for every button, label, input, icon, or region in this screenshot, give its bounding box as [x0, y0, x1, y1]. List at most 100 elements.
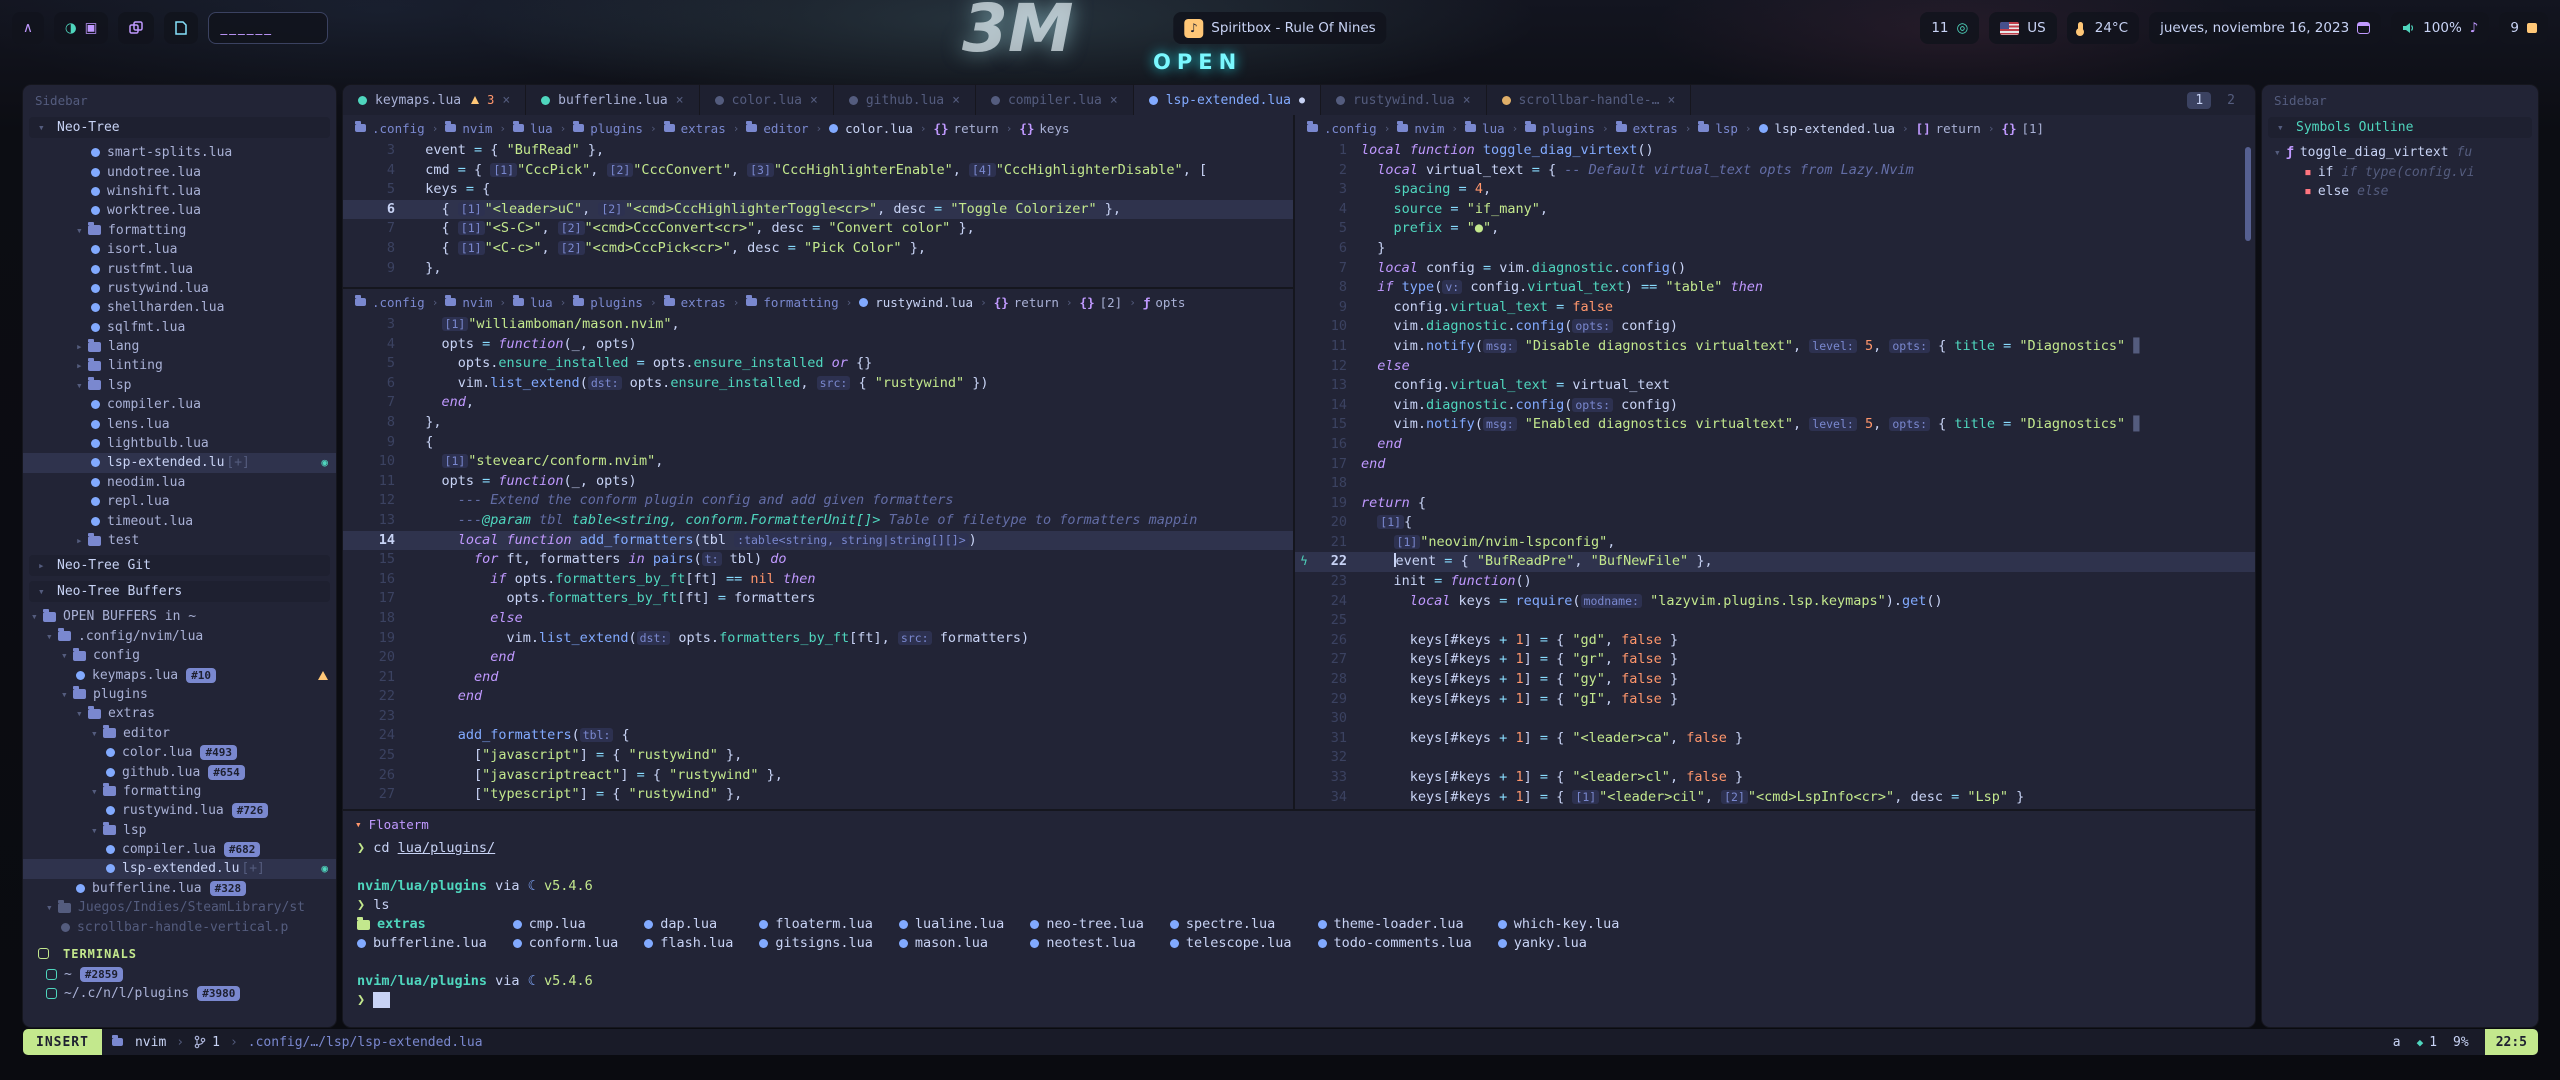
tree-item[interactable]: isort.lua: [23, 240, 336, 259]
code-line[interactable]: 19return {: [1295, 494, 2255, 514]
breadcrumb-item[interactable]: nvim: [1397, 121, 1444, 136]
tree-item[interactable]: ▾config: [23, 646, 336, 665]
tree-item[interactable]: ~/.c/n/l/plugins#3980: [23, 984, 336, 1003]
code-p2[interactable]: 3 [1]"williamboman/mason.nvim", 4 opts =…: [343, 315, 1293, 805]
code-line[interactable]: 23 init = function(): [1295, 572, 2255, 592]
code-line[interactable]: 26 ["javascriptreact"] = { "rustywind" }…: [343, 766, 1293, 786]
code-line[interactable]: 4 source = "if_many",: [1295, 200, 2255, 220]
tab-compiler-lua[interactable]: compiler.lua×: [976, 85, 1134, 115]
code-line[interactable]: 8 },: [343, 413, 1293, 433]
tree-item[interactable]: ▾lsp: [23, 376, 336, 395]
breadcrumb-item[interactable]: formatting: [746, 295, 838, 310]
tab-color-lua[interactable]: color.lua×: [700, 85, 834, 115]
code-line[interactable]: 4 opts = function(_, opts): [343, 335, 1293, 355]
code-line[interactable]: 33 keys[#keys + 1] = { "<leader>cl", fal…: [1295, 768, 2255, 788]
code-line[interactable]: 7 end,: [343, 393, 1293, 413]
code-line[interactable]: 11 opts = function(_, opts): [343, 472, 1293, 492]
tree-item[interactable]: smart-splits.lua: [23, 143, 336, 162]
tree-item[interactable]: rustfmt.lua: [23, 259, 336, 278]
tree-item[interactable]: ▾extras: [23, 704, 336, 723]
code-line[interactable]: 13 config.virtual_text = virtual_text: [1295, 376, 2255, 396]
breadcrumb-item[interactable]: rustywind.lua: [859, 295, 973, 310]
code-line[interactable]: 13 ---@param tbl table<string, conform.F…: [343, 511, 1293, 531]
code-line[interactable]: 6 { [1]"<leader>uC", [2]"<cmd>CccHighlig…: [343, 200, 1293, 220]
code-line[interactable]: 5 prefix = "●",: [1295, 219, 2255, 239]
layout-toggle[interactable]: ◑ ▣: [54, 12, 109, 44]
code-line[interactable]: 12 else: [1295, 357, 2255, 377]
toggle-right-icon[interactable]: ▣: [85, 20, 98, 36]
code-line[interactable]: 9 {: [343, 433, 1293, 453]
code-line[interactable]: 10 vim.diagnostic.config(opts: config): [1295, 317, 2255, 337]
tree-item[interactable]: ▾editor: [23, 724, 336, 743]
tree-item[interactable]: ▾.config/nvim/lua: [23, 627, 336, 646]
tree-item[interactable]: repl.lua: [23, 492, 336, 511]
tree-item[interactable]: shellharden.lua: [23, 298, 336, 317]
symbols-outline-header[interactable]: ▾ Symbols Outline: [2268, 117, 2532, 138]
code-line[interactable]: 6 }: [1295, 239, 2255, 259]
tree-item[interactable]: ▾OPEN BUFFERS in ~: [23, 607, 336, 626]
code-line[interactable]: 20 end: [343, 648, 1293, 668]
launcher-button[interactable]: ∧: [12, 12, 44, 44]
code-line[interactable]: 5 opts.ensure_installed = opts.ensure_in…: [343, 354, 1293, 374]
code-line[interactable]: 7 { [1]"<S-C>", [2]"<cmd>CccConvert<cr>"…: [343, 219, 1293, 239]
breadcrumb-item[interactable]: {}return: [933, 121, 998, 136]
pane-lsp-extended-lua[interactable]: .config›nvim›lua›plugins›extras›lsp›lsp-…: [1295, 115, 2255, 809]
volume-widget[interactable]: 100% ♪: [2391, 12, 2489, 44]
breadcrumb-item[interactable]: .config: [355, 295, 425, 310]
tree-item[interactable]: ▾Juegos/Indies/SteamLibrary/st: [23, 898, 336, 917]
code-line[interactable]: 10 [1]"stevearc/conform.nvim",: [343, 452, 1293, 472]
code-line[interactable]: 16 if opts.formatters_by_ft[ft] == nil t…: [343, 570, 1293, 590]
tree-item[interactable]: ▸lang: [23, 337, 336, 356]
code-line[interactable]: 8 if type(v: config.virtual_text) == "ta…: [1295, 278, 2255, 298]
code-line[interactable]: 26 keys[#keys + 1] = { "gd", false }: [1295, 631, 2255, 651]
breadcrumb-item[interactable]: editor: [746, 121, 808, 136]
code-line[interactable]: 3 [1]"williamboman/mason.nvim",: [343, 315, 1293, 335]
breadcrumb-item[interactable]: lsp-extended.lua: [1759, 121, 1895, 136]
breadcrumb-item[interactable]: {}[1]: [2001, 121, 2044, 136]
tree-item[interactable]: timeout.lua: [23, 511, 336, 530]
updates-widget[interactable]: 9: [2499, 12, 2548, 44]
code-line[interactable]: 18: [1295, 474, 2255, 494]
breadcrumb-item[interactable]: extras: [664, 295, 726, 310]
code-line[interactable]: 27 keys[#keys + 1] = { "gr", false }: [1295, 650, 2255, 670]
pane-color-lua[interactable]: .config›nvim›lua›plugins›extras›editor›c…: [343, 115, 1293, 289]
date-widget[interactable]: jueves, noviembre 16, 2023: [2149, 12, 2381, 44]
outline-item[interactable]: ▪ifif type(config.vi: [2262, 162, 2538, 181]
section-header-neo-tree[interactable]: ▾Neo-Tree: [29, 117, 330, 138]
code-line[interactable]: 27 ["typescript"] = { "rustywind" },: [343, 785, 1293, 805]
breadcrumb-item[interactable]: lua: [513, 295, 553, 310]
workspace-widget[interactable]: 11 ◎: [1920, 12, 1979, 44]
music-widget[interactable]: ♪ Spiritbox - Rule Of Nines: [1173, 12, 1386, 44]
code-line[interactable]: 12 --- Extend the conform plugin config …: [343, 491, 1293, 511]
tree-item[interactable]: sqlfmt.lua: [23, 318, 336, 337]
windows-button[interactable]: [118, 12, 154, 44]
tab-close-icon[interactable]: ×: [502, 93, 510, 108]
code-p1[interactable]: 3 event = { "BufRead" }, 4 cmd = { [1]"C…: [343, 141, 1293, 278]
code-line[interactable]: 6 vim.list_extend(dst: opts.ensure_insta…: [343, 374, 1293, 394]
breadcrumb-item[interactable]: ƒopts: [1143, 295, 1186, 310]
floaterm-panel[interactable]: ▾ Floaterm ❯ cd lua/plugins/nvim/lua/plu…: [343, 809, 2255, 1027]
pane-rustywind-lua[interactable]: .config›nvim›lua›plugins›extras›formatti…: [343, 289, 1293, 809]
tab-close-icon[interactable]: ×: [810, 93, 818, 108]
bar-input[interactable]: ______: [208, 12, 328, 44]
tab-close-icon[interactable]: ×: [676, 93, 684, 108]
tab-lsp-extended-lua[interactable]: lsp-extended.lua●: [1134, 85, 1321, 115]
code-line[interactable]: 4 cmd = { [1]"CccPick", [2]"CccConvert",…: [343, 161, 1293, 181]
breadcrumb-item[interactable]: {}[2]: [1080, 295, 1123, 310]
code-line[interactable]: 5 keys = {: [343, 180, 1293, 200]
tree-item[interactable]: worktree.lua: [23, 201, 336, 220]
breadcrumb-item[interactable]: color.lua: [829, 121, 913, 136]
code-line[interactable]: 32: [1295, 748, 2255, 768]
code-line[interactable]: 19 vim.list_extend(dst: opts.formatters_…: [343, 629, 1293, 649]
code-line[interactable]: 20 [1]{: [1295, 513, 2255, 533]
code-line[interactable]: 25: [1295, 611, 2255, 631]
breadcrumb-item[interactable]: lua: [1465, 121, 1505, 136]
breadcrumb-item[interactable]: {}keys: [1019, 121, 1069, 136]
code-line[interactable]: 15 vim.notify(msg: "Enabled diagnostics …: [1295, 415, 2255, 435]
temperature-widget[interactable]: 24°C: [2067, 12, 2139, 44]
code-line[interactable]: 14 local function add_formatters(tbl :ta…: [343, 531, 1293, 551]
tree-item[interactable]: github.lua#654: [23, 762, 336, 781]
document-button[interactable]: [164, 12, 198, 44]
tab-close-icon[interactable]: ×: [1110, 93, 1118, 108]
breadcrumb-item[interactable]: lsp: [1698, 121, 1738, 136]
